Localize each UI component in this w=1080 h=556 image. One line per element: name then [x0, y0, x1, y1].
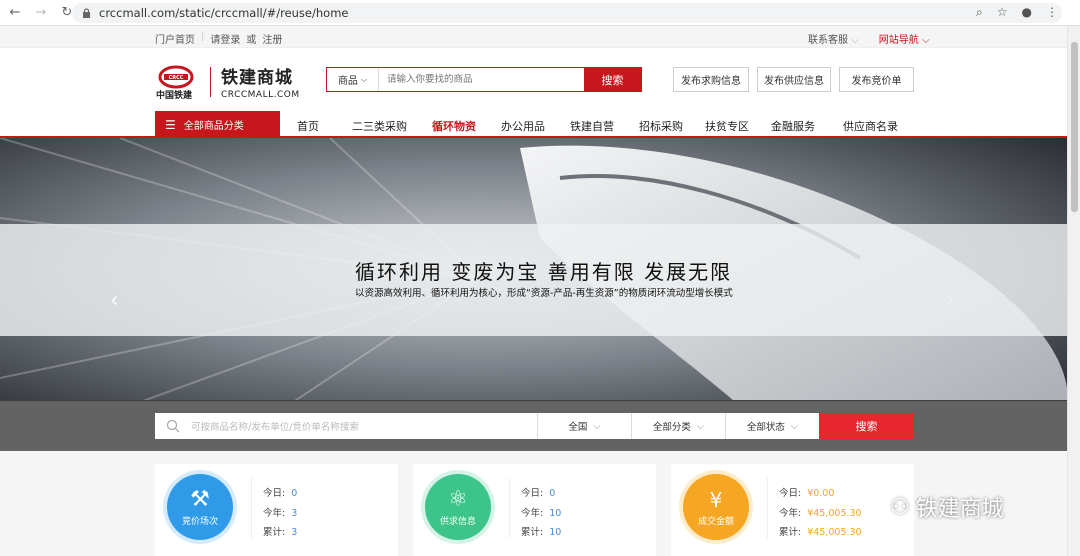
- banner-next-icon[interactable]: ›: [946, 288, 955, 313]
- site-logo[interactable]: CRCC 中国铁建 铁建商城 CRCCMALL.COM: [156, 63, 300, 101]
- address-bar[interactable]: crccmall.com/static/crccmall/#/reuse/hom…: [72, 3, 1062, 23]
- stat-year: 今年: ¥45,005.30: [779, 507, 862, 519]
- bid-search-button[interactable]: 搜索: [819, 413, 914, 439]
- publish-supply-button[interactable]: 发布供应信息: [757, 67, 831, 92]
- stat-total: 累计: ¥45,005.30: [779, 527, 862, 538]
- main-nav: ☰ 全部商品分类 首页 二三类采购 循环物资 办公用品 铁建自营 招标采购 扶贫…: [0, 110, 1067, 138]
- nav-item-tender[interactable]: 招标采购: [639, 118, 683, 134]
- search-icon: [155, 413, 191, 439]
- site-header: CRCC 中国铁建 铁建商城 CRCCMALL.COM 商品 ⌵ 搜索 发布求购…: [0, 48, 1067, 110]
- stat-total: 累计: 10: [521, 527, 562, 538]
- zoom-icon[interactable]: ⌕: [976, 5, 983, 20]
- publish-bid-button[interactable]: 发布竞价单: [839, 67, 914, 92]
- menu-icon[interactable]: ⋮: [1046, 5, 1058, 20]
- bid-search-input[interactable]: 可按商品名称/发布单位/竞价单名称搜索: [191, 413, 537, 439]
- money-bag-icon: ¥: [709, 487, 723, 512]
- register-link[interactable]: 注册: [262, 31, 282, 46]
- nav-item-office[interactable]: 办公用品: [501, 118, 545, 134]
- bookmark-star-icon[interactable]: ☆: [997, 5, 1008, 20]
- status-select[interactable]: 全部状态 ⌵: [725, 413, 819, 439]
- banner-headline: 循环利用 变废为宝 善用有限 发展无限: [355, 260, 733, 284]
- stat-today: 今日: 0: [521, 488, 556, 499]
- nav-item-suppliers[interactable]: 供应商名录: [843, 118, 898, 134]
- nav-item-recycling[interactable]: 循环物资: [432, 118, 476, 134]
- nav-item-self-run[interactable]: 铁建自营: [570, 118, 614, 134]
- bid-search-strip: 可按商品名称/发布单位/竞价单名称搜索 全国 ⌵ 全部分类 ⌵ 全部状态 ⌵ 搜索: [0, 401, 1067, 451]
- logo-domain: CRCCMALL.COM: [221, 90, 300, 100]
- portal-home-link[interactable]: 门户首页: [155, 31, 195, 46]
- scrollbar-thumb[interactable]: [1071, 42, 1078, 212]
- lock-icon: [83, 8, 90, 18]
- crcc-logo-icon: CRCC 中国铁建: [156, 65, 200, 101]
- stat-total: 累计: 3: [263, 527, 298, 538]
- back-icon[interactable]: ←: [4, 2, 26, 24]
- amount-circle: ¥ 成交金额: [683, 474, 749, 540]
- header-search: 商品 ⌵ 搜索: [326, 67, 642, 92]
- stat-today: 今日: ¥0.00: [779, 488, 835, 499]
- scrollbar[interactable]: [1067, 26, 1080, 556]
- banner-prev-icon[interactable]: ‹: [110, 288, 119, 313]
- logo-sub-text: 中国铁建: [156, 90, 193, 101]
- banner-subline: 以资源高效利用、循环利用为核心，形成“资源-产品-再生资源”的物质闭环流动型增长…: [355, 288, 733, 299]
- stat-today: 今日: 0: [263, 488, 298, 499]
- gavel-icon: ⚒: [190, 487, 210, 512]
- account-icon[interactable]: ●: [1022, 5, 1032, 20]
- nav-item-home[interactable]: 首页: [297, 118, 319, 134]
- stat-year: 今年: 10: [521, 507, 562, 519]
- forward-icon[interactable]: →: [30, 2, 52, 24]
- logo-title: 铁建商城: [221, 68, 293, 88]
- region-select[interactable]: 全国 ⌵: [537, 413, 631, 439]
- stat-year: 今年: 3: [263, 507, 298, 519]
- atom-icon: ⚛: [448, 487, 468, 512]
- search-button[interactable]: 搜索: [584, 68, 641, 91]
- wechat-icon: ⚇: [890, 494, 910, 520]
- utility-bar: 门户首页 | 请登录 或 注册 联系客服 ⌵ 网站导航 ⌵: [0, 26, 1067, 51]
- auction-stats-card[interactable]: ⚒ 竞价场次 今日: 0 今年: 3 累计: 3: [155, 464, 398, 556]
- wechat-watermark: ⚇ 铁建商城: [890, 494, 1004, 523]
- category-select[interactable]: 全部分类 ⌵: [631, 413, 725, 439]
- url-text: crccmall.com/static/crccmall/#/reuse/hom…: [99, 6, 349, 20]
- login-link[interactable]: 请登录: [210, 31, 240, 46]
- search-category-select[interactable]: 商品 ⌵: [327, 68, 379, 91]
- search-input[interactable]: [379, 68, 584, 91]
- deal-amount-stats-card[interactable]: ¥ 成交金额 今日: ¥0.00 今年: ¥45,005.30 累计: ¥45,005…: [671, 464, 914, 556]
- divider: |: [201, 31, 205, 42]
- browser-toolbar: ← → ↻ crccmall.com/static/crccmall/#/reu…: [0, 0, 1080, 26]
- all-categories-button[interactable]: ☰ 全部商品分类: [155, 111, 280, 138]
- auction-circle: ⚒ 竞价场次: [167, 474, 233, 540]
- hero-banner[interactable]: 循环利用 变废为宝 善用有限 发展无限 以资源高效利用、循环利用为核心，形成“资…: [0, 138, 1067, 424]
- svg-text:CRCC: CRCC: [169, 75, 184, 81]
- nav-item-procurement[interactable]: 二三类采购: [352, 118, 407, 134]
- nav-item-finance[interactable]: 金融服务: [771, 118, 815, 134]
- nav-item-poverty[interactable]: 扶贫专区: [705, 118, 749, 134]
- supply-circle: ⚛ 供求信息: [425, 474, 491, 540]
- list-icon: ☰: [165, 117, 176, 132]
- publish-purchase-button[interactable]: 发布求购信息: [673, 67, 749, 92]
- supply-demand-stats-card[interactable]: ⚛ 供求信息 今日: 0 今年: 10 累计: 10: [413, 464, 656, 556]
- or-text: 或: [246, 35, 257, 46]
